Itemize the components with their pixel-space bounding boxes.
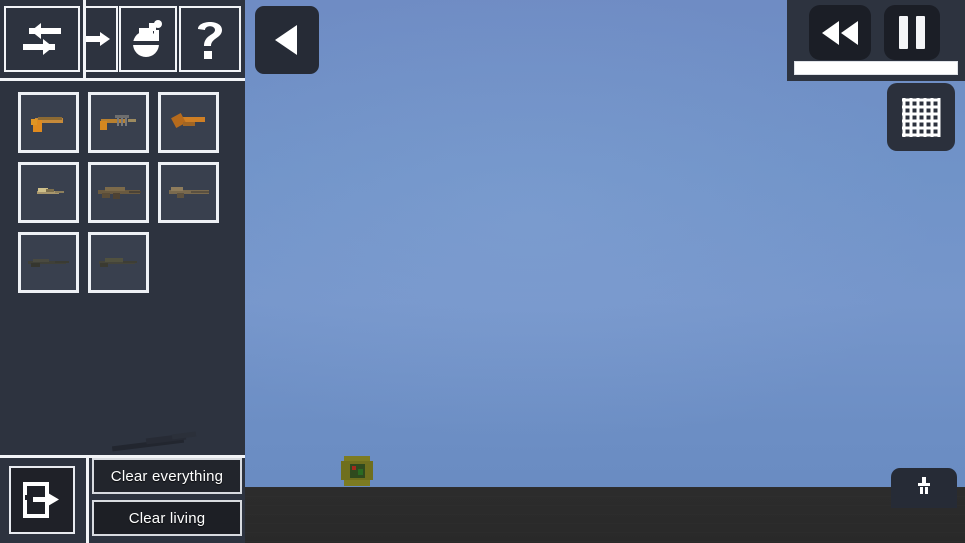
weapon-row	[18, 92, 228, 153]
clear-everything-button[interactable]: Clear everything	[92, 458, 242, 494]
spawn-tool-button[interactable]	[84, 6, 118, 72]
weapon-assault-rifle[interactable]	[88, 162, 149, 223]
crate-marker-green	[358, 469, 363, 475]
pause-bar-right	[916, 16, 925, 49]
timeline-slider[interactable]	[794, 61, 958, 75]
weapon-sidebar: Clear everything Clear living	[0, 0, 245, 543]
question-mark-icon	[198, 22, 222, 59]
weapon-marksman[interactable]	[88, 232, 149, 293]
spawn-tray-button[interactable]	[891, 468, 957, 508]
weapon-carbine-icon	[25, 180, 73, 206]
panel-bottom-vertical-divider	[86, 455, 89, 543]
grid-icon	[902, 98, 941, 137]
exit-button[interactable]	[9, 466, 75, 534]
weapon-assault-rifle-icon	[95, 180, 143, 206]
weapon-row	[18, 162, 228, 223]
swap-arrows-icon	[23, 23, 61, 55]
weapon-shotgun[interactable]	[158, 162, 219, 223]
weapon-scroll-overflow[interactable]	[112, 430, 204, 452]
person-icon	[918, 477, 930, 494]
weapon-pistol-icon	[25, 110, 73, 136]
weapon-smg[interactable]	[88, 92, 149, 153]
grenade-tool-button[interactable]	[119, 6, 177, 72]
arrow-right-icon	[84, 32, 110, 46]
weapon-sawed-off-icon	[165, 110, 213, 136]
grid-toggle-button[interactable]	[887, 83, 955, 151]
triangle-left-icon	[275, 25, 297, 55]
weapon-grid	[18, 92, 228, 302]
game-screen: Clear everything Clear living	[0, 0, 965, 543]
clear-actions: Clear everything Clear living	[92, 458, 242, 542]
weapon-row	[18, 232, 228, 293]
weapon-smg-icon	[95, 110, 143, 136]
tool-toolbar	[0, 0, 245, 81]
rewind-icon	[822, 20, 858, 45]
exit-door-icon	[23, 482, 59, 518]
toolbar-horizontal-divider	[0, 78, 245, 81]
weapon-shotgun-icon	[165, 180, 213, 206]
pause-bar-left	[899, 16, 908, 49]
crate-entity[interactable]	[341, 456, 373, 486]
toolbar-vertical-divider	[83, 0, 86, 78]
weapon-carbine[interactable]	[18, 162, 79, 223]
help-tool-button[interactable]	[179, 6, 241, 72]
rewind-button[interactable]	[809, 5, 871, 60]
clear-living-button[interactable]: Clear living	[92, 500, 242, 536]
collapse-panel-button[interactable]	[255, 6, 319, 74]
weapon-sniper-icon	[25, 250, 73, 276]
playback-controls	[787, 0, 965, 81]
weapon-sawed-off[interactable]	[158, 92, 219, 153]
crate-marker-red	[352, 466, 356, 470]
swap-tool-button[interactable]	[4, 6, 80, 72]
weapon-pistol[interactable]	[18, 92, 79, 153]
weapon-marksman-icon	[95, 250, 143, 276]
pause-button[interactable]	[884, 5, 940, 60]
grenade-icon	[133, 20, 162, 57]
weapon-sniper[interactable]	[18, 232, 79, 293]
